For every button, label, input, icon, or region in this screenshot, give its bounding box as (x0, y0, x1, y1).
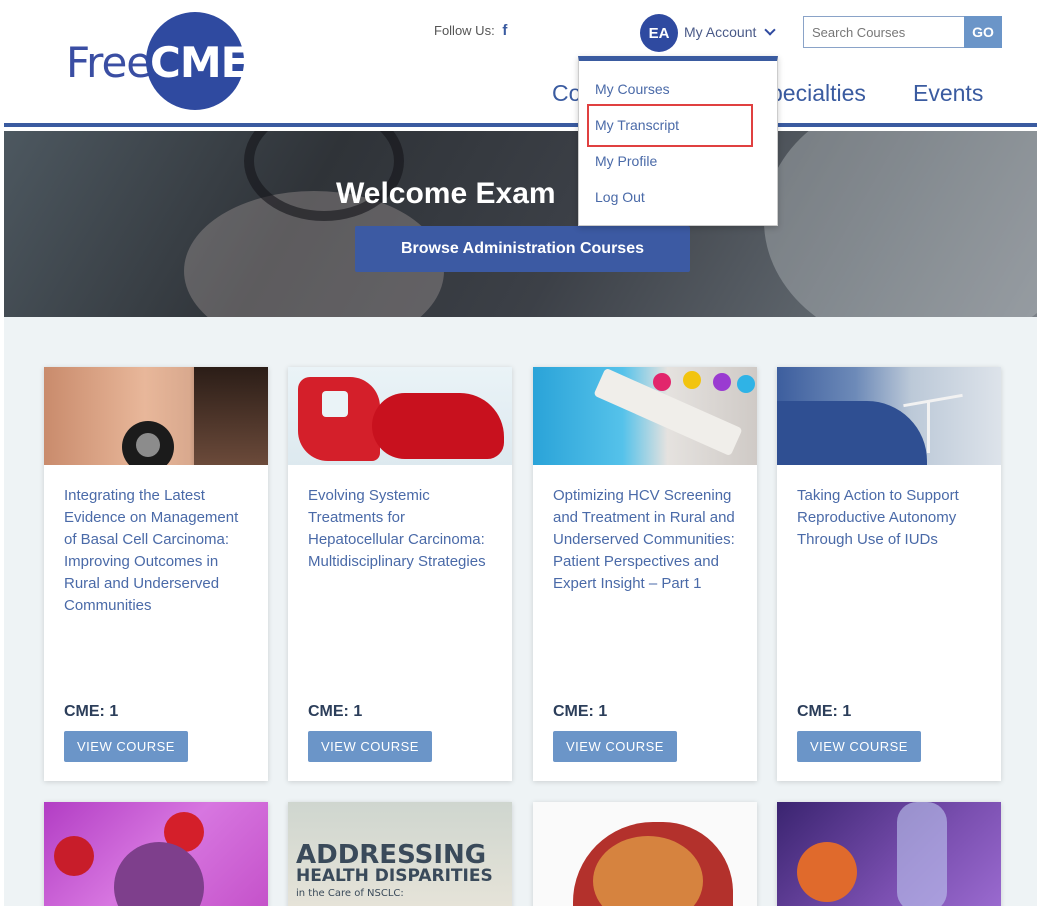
facebook-icon[interactable]: f (502, 22, 507, 39)
cell-shape (54, 836, 94, 876)
view-course-button[interactable]: VIEW COURSE (553, 731, 677, 762)
course-card-row2[interactable]: ADDRESSING HEALTH DISPARITIES in the Car… (288, 802, 512, 906)
course-image-liver-puzzle[interactable] (288, 367, 512, 465)
course-title[interactable]: Integrating the Latest Evidence on Manag… (64, 485, 254, 617)
course-card: Evolving Systemic Treatments for Hepatoc… (288, 367, 512, 781)
iud-stem (927, 401, 930, 453)
view-course-button[interactable]: VIEW COURSE (797, 731, 921, 762)
cme-credits: CME: 1 (797, 703, 852, 720)
menu-item-log-out[interactable]: Log Out (595, 189, 645, 205)
chevron-down-icon (764, 24, 776, 36)
follow-us: Follow Us: f (434, 22, 507, 39)
course-title[interactable]: Taking Action to Support Reproductive Au… (797, 485, 987, 551)
browse-courses-button[interactable]: Browse Administration Courses (355, 226, 690, 272)
course-image-hepatitis-tube[interactable] (533, 367, 757, 465)
puzzle-shape (298, 377, 380, 461)
tube-cap-blue (737, 375, 755, 393)
iud-arm (903, 393, 963, 408)
view-course-button[interactable]: VIEW COURSE (308, 731, 432, 762)
highlight-box (587, 104, 753, 147)
search-input[interactable] (803, 16, 965, 48)
search-go-button[interactable]: GO (964, 16, 1002, 48)
my-account-menu[interactable]: My Account (684, 24, 776, 40)
logo-cme-text: CME (150, 38, 249, 87)
nav-specialties[interactable]: pecialties (770, 80, 866, 107)
tube-cap-yellow (683, 371, 701, 389)
puzzle-gap (322, 391, 348, 417)
course-grid: Integrating the Latest Evidence on Manag… (4, 317, 1037, 906)
tumor-shape (797, 842, 857, 902)
hair-shape (194, 367, 268, 465)
course-card-row2[interactable] (44, 802, 268, 906)
avatar[interactable]: EA (640, 14, 678, 52)
card-image-text: HEALTH DISPARITIES (296, 866, 493, 886)
tube-cap-purple (713, 373, 731, 391)
cme-credits: CME: 1 (64, 703, 119, 720)
course-card: Integrating the Latest Evidence on Manag… (44, 367, 268, 781)
course-image-iud[interactable] (777, 367, 1001, 465)
view-course-button[interactable]: VIEW COURSE (64, 731, 188, 762)
menu-item-my-profile[interactable]: My Profile (595, 153, 657, 169)
nav-events[interactable]: Events (913, 80, 983, 107)
course-card-row2[interactable] (777, 802, 1001, 906)
course-title[interactable]: Evolving Systemic Treatments for Hepatoc… (308, 485, 498, 573)
course-card-row2[interactable] (533, 802, 757, 906)
freecme-logo[interactable]: Free CME (66, 12, 249, 112)
tube-cap-pink (653, 373, 671, 391)
course-card: Taking Action to Support Reproductive Au… (777, 367, 1001, 781)
cme-credits: CME: 1 (308, 703, 363, 720)
site-header: Free CME Follow Us: f EA My Account GO C… (4, 0, 1037, 127)
gloved-hand-shape (777, 401, 927, 465)
logo-free-text: Free (66, 38, 152, 87)
menu-item-my-courses[interactable]: My Courses (595, 81, 670, 97)
cell-shape (114, 842, 204, 906)
course-card: Optimizing HCV Screening and Treatment i… (533, 367, 757, 781)
dermatoscope-lens (136, 433, 160, 457)
my-account-label: My Account (684, 24, 757, 40)
nav-courses[interactable]: Co (552, 80, 581, 107)
course-image-dermatoscope[interactable] (44, 367, 268, 465)
welcome-heading: Welcome Exam (336, 177, 556, 210)
follow-us-label: Follow Us: (434, 23, 495, 38)
organ-shape (897, 802, 947, 906)
account-dropdown: My Courses My Transcript My Profile Log … (578, 56, 778, 226)
liver-shape (372, 393, 504, 459)
hero-coat-shape (764, 131, 1037, 317)
cme-credits: CME: 1 (553, 703, 608, 720)
hero-banner: Welcome Exam Browse Administration Cours… (4, 131, 1037, 317)
course-title[interactable]: Optimizing HCV Screening and Treatment i… (553, 485, 743, 595)
card-image-text: in the Care of NSCLC: (296, 888, 404, 899)
